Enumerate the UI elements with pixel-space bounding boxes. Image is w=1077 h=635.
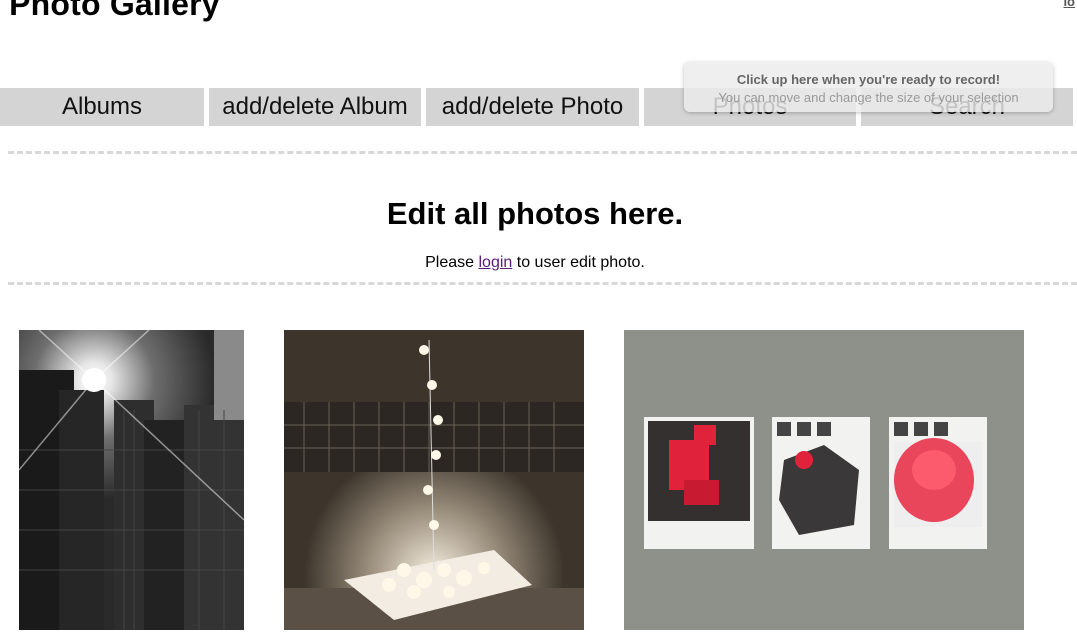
record-overlay-subtitle: You can move and change the size of your… <box>718 90 1019 105</box>
record-overlay-title: Click up here when you're ready to recor… <box>736 72 1001 87</box>
page-heading: Edit all photos here. <box>386 196 684 231</box>
login-prompt: Please login to user edit photo. <box>0 254 1070 272</box>
divider-bottom <box>8 282 1077 285</box>
photo-thumbnail[interactable] <box>624 330 1024 630</box>
photo-thumbnail[interactable] <box>19 330 244 630</box>
site-title: y Photo Gallery <box>0 0 220 22</box>
login-suffix: to user edit photo. <box>516 254 645 271</box>
photo-thumbnail[interactable] <box>284 330 584 630</box>
login-link[interactable]: login <box>479 254 513 271</box>
login-prefix: Please <box>425 254 475 271</box>
skyscraper-photo <box>19 330 244 630</box>
login-corner-link[interactable]: lo <box>1063 0 1075 9</box>
record-overlay[interactable]: Click up here when you're ready to recor… <box>684 62 1053 112</box>
nav-add-delete-photo-button[interactable]: add/delete Photo <box>426 88 639 126</box>
map-posters-photo <box>624 330 1024 630</box>
divider-top <box>8 151 1077 154</box>
nav-add-delete-album-button[interactable]: add/delete Album <box>209 88 421 126</box>
lights-sculpture-photo <box>284 330 584 630</box>
nav-albums-button[interactable]: Albums <box>0 88 204 126</box>
